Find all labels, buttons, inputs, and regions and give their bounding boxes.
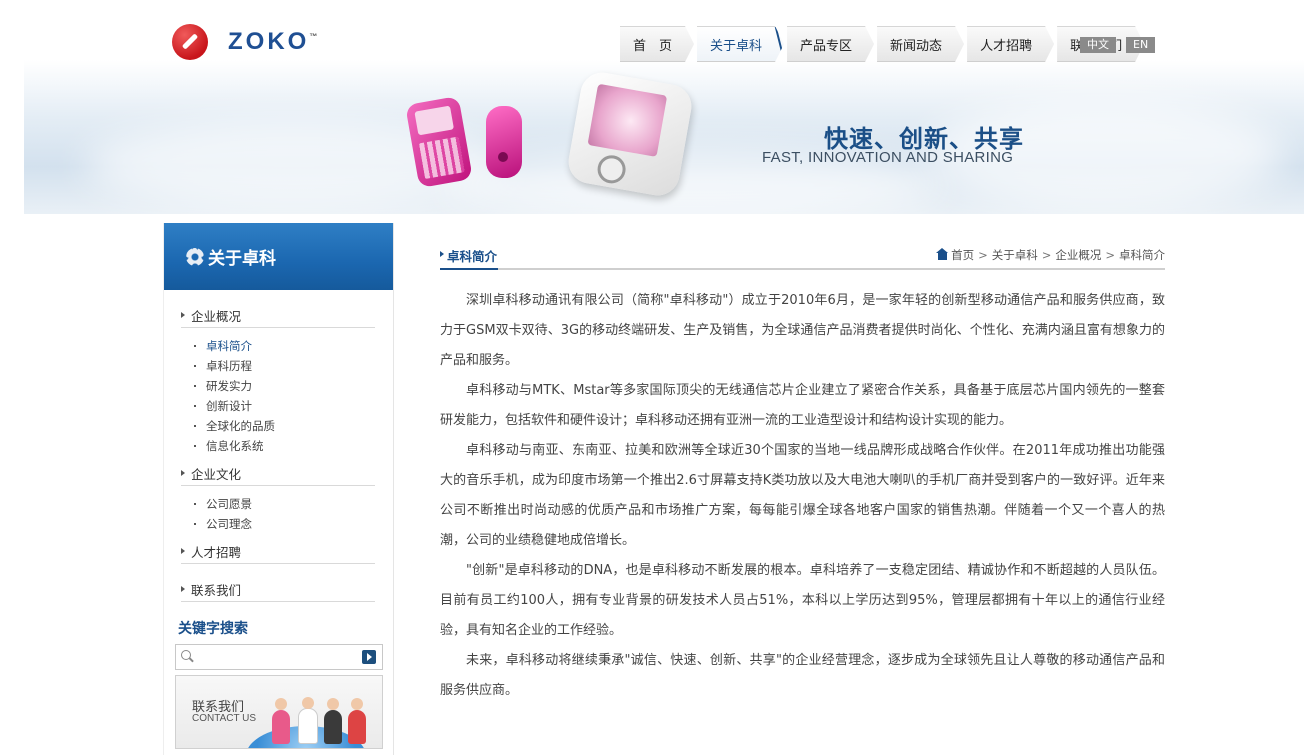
breadcrumb-separator: >	[978, 248, 988, 262]
sidebar-item-rnd[interactable]: 研发实力	[181, 376, 375, 396]
breadcrumb-home[interactable]: 首页	[951, 247, 974, 263]
sidebar-item-info-system[interactable]: 信息化系统	[181, 436, 375, 456]
main-content: 卓科简介 首页 > 关于卓科 > 企业概况 > 卓科简介 深圳卓科移动通讯有限公…	[440, 242, 1165, 706]
contact-us-banner[interactable]: 联系我们 CONTACT US	[175, 675, 383, 749]
lang-en-button[interactable]: EN	[1126, 37, 1156, 53]
keyword-search-input[interactable]	[196, 648, 360, 666]
article-paragraph: 未来，卓科移动将继续秉承"诚信、快速、创新、共享"的企业经营理念，逐步成为全球领…	[440, 653, 1165, 698]
keyword-search-box	[175, 644, 383, 670]
article-body: 深圳卓科移动通讯有限公司（简称"卓科移动"）成立于2010年6月，是一家年轻的创…	[440, 286, 1165, 706]
nav-home[interactable]: 首 页	[620, 26, 694, 62]
article-paragraph: "创新"是卓科移动的DNA，也是卓科移动不断发展的根本。卓科培养了一支稳定团结、…	[440, 563, 1165, 638]
sidebar: 关于卓科 企业概况 卓科简介 卓科历程 研发实力 创新设计 全球化的品质 信息化…	[163, 223, 394, 755]
page-title: 卓科简介	[440, 246, 497, 265]
pink-slim-phone-image	[486, 106, 522, 178]
nav-careers[interactable]: 人才招聘	[967, 26, 1054, 62]
nav-about[interactable]: 关于卓科	[697, 26, 784, 62]
banner-slogan-en: FAST, INNOVATION AND SHARING	[762, 149, 1014, 166]
title-underline	[440, 268, 498, 270]
logo-mark-icon	[172, 24, 208, 60]
breadcrumb: 首页 > 关于卓科 > 企业概况 > 卓科简介	[936, 247, 1165, 263]
nav-news[interactable]: 新闻动态	[877, 26, 964, 62]
content-header: 卓科简介 首页 > 关于卓科 > 企业概况 > 卓科简介	[440, 242, 1165, 270]
contact-us-en: CONTACT US	[192, 713, 257, 724]
sidebar-item-history[interactable]: 卓科历程	[181, 356, 375, 376]
sidebar-header: 关于卓科	[164, 223, 393, 290]
home-icon	[936, 248, 949, 260]
person-figure	[272, 698, 290, 744]
sidebar-title: 关于卓科	[208, 249, 276, 269]
breadcrumb-separator: >	[1041, 248, 1052, 262]
search-icon	[181, 650, 191, 660]
gear-icon	[186, 247, 204, 266]
article-paragraph: 卓科移动与南亚、东南亚、拉美和欧洲等全球近30个国家的当地一线品牌形成战略合作伙…	[440, 443, 1165, 548]
main-nav: 首 页 关于卓科 产品专区 新闻动态 人才招聘 联系我们	[620, 26, 1147, 60]
sidebar-item-quality[interactable]: 全球化的品质	[181, 416, 375, 436]
breadcrumb-current: 卓科简介	[1119, 248, 1165, 262]
white-square-phone-image	[565, 69, 695, 199]
sidebar-item-vision[interactable]: 公司愿景	[181, 494, 375, 514]
nav-products[interactable]: 产品专区	[787, 26, 874, 62]
sidebar-item-design[interactable]: 创新设计	[181, 396, 375, 416]
keyword-search-title: 关键字搜索	[178, 621, 248, 637]
logo-text: ZOKO™	[228, 28, 318, 55]
breadcrumb-about[interactable]: 关于卓科	[992, 247, 1038, 263]
lang-cn-button[interactable]: 中文	[1080, 37, 1116, 53]
sidebar-sublist-culture: 公司愿景 公司理念	[181, 494, 375, 534]
sidebar-section-contact[interactable]: 联系我们	[181, 576, 375, 602]
sidebar-item-philosophy[interactable]: 公司理念	[181, 514, 375, 534]
article-paragraph: 卓科移动与MTK、Mstar等多家国际顶尖的无线通信芯片企业建立了紧密合作关系，…	[440, 383, 1165, 428]
article-paragraph: 深圳卓科移动通讯有限公司（简称"卓科移动"）成立于2010年6月，是一家年轻的创…	[440, 293, 1165, 368]
sidebar-section-careers[interactable]: 人才招聘	[181, 538, 375, 564]
person-figure	[324, 698, 342, 744]
sidebar-item-intro[interactable]: 卓科简介	[181, 336, 375, 356]
person-figure	[298, 697, 318, 744]
sidebar-sublist-overview: 卓科简介 卓科历程 研发实力 创新设计 全球化的品质 信息化系统	[181, 336, 375, 456]
breadcrumb-separator: >	[1105, 248, 1115, 262]
sidebar-section-overview[interactable]: 企业概况	[181, 302, 375, 328]
zoko-logo[interactable]: ZOKO™	[172, 24, 317, 60]
search-submit-button[interactable]	[362, 650, 376, 664]
sidebar-nav: 企业概况 卓科简介 卓科历程 研发实力 创新设计 全球化的品质 信息化系统 企业…	[164, 290, 393, 602]
person-figure	[348, 698, 366, 744]
breadcrumb-overview[interactable]: 企业概况	[1055, 247, 1101, 263]
sidebar-section-culture[interactable]: 企业文化	[181, 460, 375, 486]
